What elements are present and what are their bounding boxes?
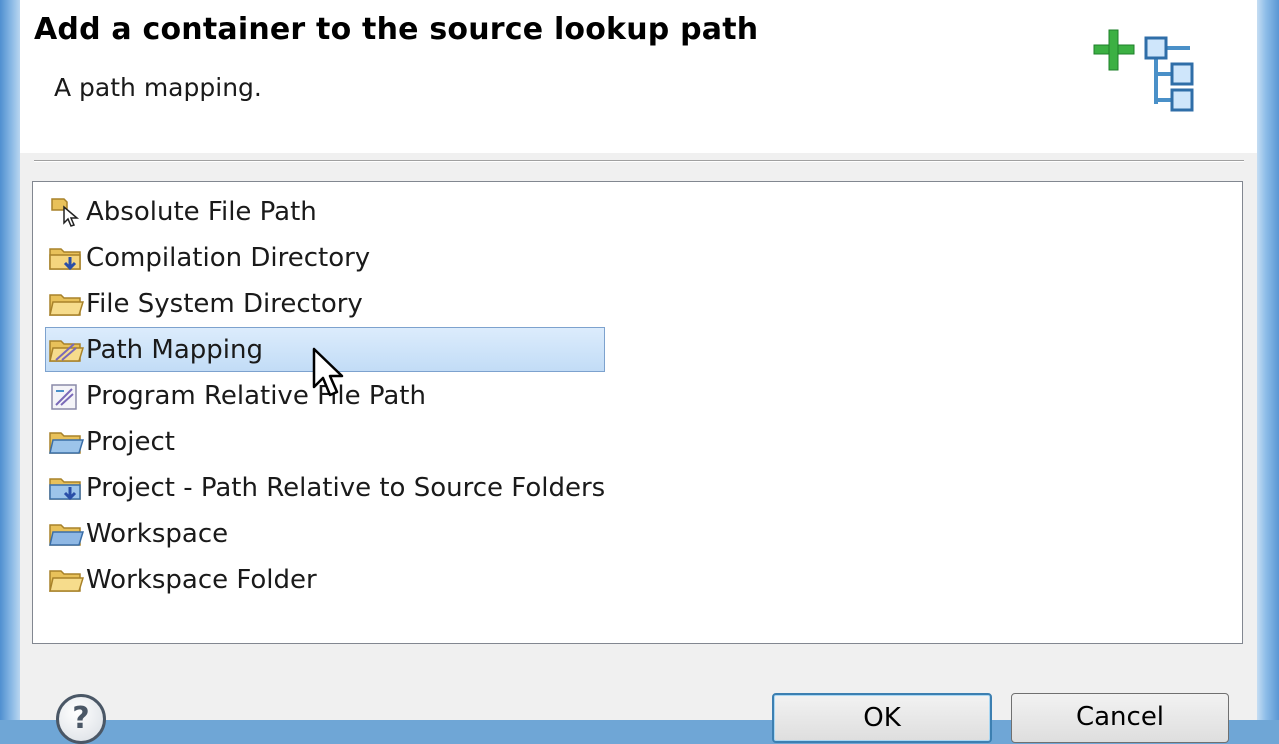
list-item-label: File System Directory [86, 289, 363, 319]
list-item-project-path-relative[interactable]: Project - Path Relative to Source Folder… [45, 466, 605, 510]
help-button[interactable]: ? [56, 694, 106, 744]
compilation-directory-icon [49, 248, 81, 271]
absolute-file-path-icon [51, 198, 80, 227]
list-item-label: Absolute File Path [86, 197, 317, 227]
dialog-header: Add a container to the source lookup pat… [20, 0, 1257, 153]
list-item-compilation-directory[interactable]: Compilation Directory [45, 236, 605, 280]
folder-icon [49, 570, 84, 592]
workspace-folder-icon [49, 524, 84, 546]
list-item-path-mapping[interactable]: Path Mapping [45, 327, 605, 372]
window-frame-right [1257, 0, 1279, 720]
header-divider-highlight [34, 161, 1244, 162]
list-item-label: Path Mapping [86, 334, 263, 365]
path-mapping-icon [49, 339, 84, 362]
dialog-title: Add a container to the source lookup pat… [34, 12, 759, 47]
folder-icon [49, 294, 84, 316]
list-item-label: Workspace Folder [86, 565, 317, 595]
list-item-label: Program Relative File Path [86, 381, 426, 411]
list-item-label: Project - Path Relative to Source Folder… [86, 473, 606, 503]
add-container-tree-icon [1093, 29, 1194, 112]
list-item-label: Project [86, 427, 175, 457]
list-item-label: Compilation Directory [86, 243, 371, 273]
ok-button[interactable]: OK [772, 693, 992, 743]
project-relative-folder-icon [49, 478, 81, 501]
list-item-file-system-directory[interactable]: File System Directory [45, 282, 605, 326]
list-item-workspace[interactable]: Workspace [45, 512, 605, 556]
window-frame-left [0, 0, 20, 720]
list-item-workspace-folder[interactable]: Workspace Folder [45, 558, 605, 602]
list-item-program-relative-file-path[interactable]: Program Relative File Path [45, 374, 605, 418]
project-folder-icon [49, 432, 84, 454]
dialog-subtitle: A path mapping. [54, 73, 262, 102]
program-relative-path-icon [51, 384, 77, 410]
container-type-list[interactable]: Absolute File Path Compilation Directory… [32, 181, 1243, 644]
list-item-project[interactable]: Project [45, 420, 605, 464]
list-item-absolute-file-path[interactable]: Absolute File Path [45, 190, 605, 234]
add-source-container-dialog: Add a container to the source lookup pat… [20, 0, 1257, 744]
cancel-button[interactable]: Cancel [1011, 693, 1229, 743]
list-item-label: Workspace [86, 519, 229, 549]
